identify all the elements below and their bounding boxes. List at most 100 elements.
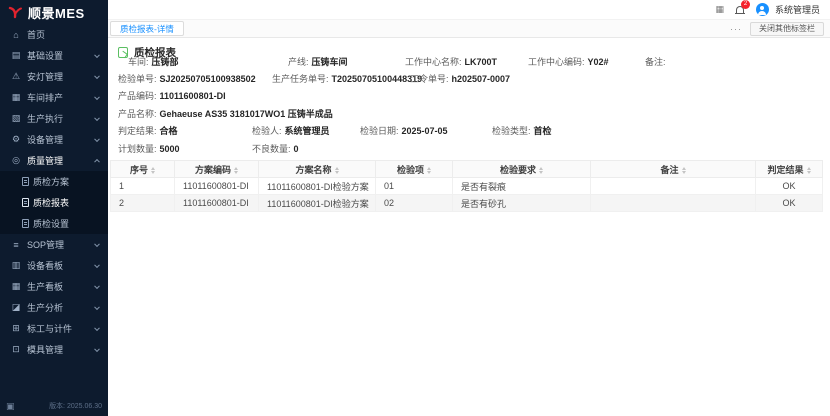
sidebar-item-workshop-scheduling[interactable]: ▦ 车间排产 (0, 87, 108, 108)
table-header-row: 序号 方案编码 方案名称 检验项 检验要求 备注 判定结果 (111, 161, 823, 178)
field-row: 检验单号:SJ20250705100938502 生产任务单号:T2025070… (108, 72, 830, 85)
field-row: 产品名称:Gehaeuse AS35 3181017WO1 压铸半成品 (108, 107, 830, 120)
username[interactable]: 系统管理员 (775, 3, 820, 16)
field-workcenter-code: 工作中心编码:Y02# (528, 55, 609, 68)
equipment-icon: ⚙ (10, 134, 22, 145)
sort-icon (539, 167, 543, 174)
field-row: 判定结果:合格 检验人:系统管理员 检验日期:2025-07-05 检验类型:首… (108, 124, 830, 137)
settings-icon: ▤ (10, 50, 22, 61)
chevron-down-icon (94, 304, 100, 310)
quality-submenu: 质检方案 质检报表 质检设置 (0, 171, 108, 234)
equipment-board-icon: ▥ (10, 260, 22, 271)
version-label: 版本: 2025.06.30 (49, 401, 102, 411)
sidebar-item-inspection-plan[interactable]: 质检方案 (0, 171, 108, 192)
sop-icon: ≡ (10, 240, 22, 250)
field-inspection-type: 检验类型:首检 (492, 124, 552, 137)
quality-icon: ◎ (10, 155, 22, 166)
scheduling-icon: ▦ (10, 92, 22, 103)
field-workcenter-name: 工作中心名称:LK700T (405, 55, 497, 68)
sidebar-item-piecework[interactable]: ⊞ 标工与计件 (0, 318, 108, 339)
tab-more-icon[interactable]: ··· (722, 24, 750, 34)
sort-icon (807, 167, 811, 174)
logo-swoosh-icon (8, 6, 23, 19)
close-other-tabs-button[interactable]: 关闭其他标签栏 (750, 22, 824, 36)
notification-badge: 2 (741, 0, 750, 9)
avatar[interactable] (756, 3, 769, 16)
col-header-remark[interactable]: 备注 (591, 161, 756, 178)
col-header-plan-name[interactable]: 方案名称 (259, 161, 376, 178)
field-row: 计划数量:5000 不良数量:0 (108, 142, 830, 155)
field-inspection-date: 检验日期:2025-07-05 (360, 124, 448, 137)
collapse-sidebar-icon[interactable]: ▣ (6, 401, 15, 412)
top-header: ▦ 2 系统管理员 (108, 0, 830, 20)
fullscreen-grid-icon[interactable]: ▦ (715, 5, 724, 14)
sidebar-footer: ▣ 版本: 2025.06.30 (0, 396, 108, 416)
sidebar-item-basic-settings[interactable]: ▤ 基础设置 (0, 45, 108, 66)
field-remark: 备注: (645, 55, 669, 68)
sort-icon (682, 167, 686, 174)
field-inspector: 检验人:系统管理员 (252, 124, 330, 137)
field-defect-qty: 不良数量:0 (252, 142, 299, 155)
sidebar-menu: ⌂ 首页 ▤ 基础设置 ⚠ 安灯管理 ▦ 车间排产 ▧ 生产执行 ⚙ 设备管理 (0, 24, 108, 360)
sidebar-item-equipment-mgmt[interactable]: ⚙ 设备管理 (0, 129, 108, 150)
field-row: 产品编码:11011600801-DI (108, 89, 830, 102)
col-header-seq[interactable]: 序号 (111, 161, 175, 178)
production-board-icon: ▦ (10, 281, 22, 292)
field-line: 产线:压铸车间 (288, 55, 348, 68)
app-title: 顺景MES (28, 3, 85, 22)
mold-icon: ⊡ (10, 344, 22, 355)
table-row[interactable]: 2 11011600801-DI 11011600801-DI检验方案 02 是… (111, 195, 823, 212)
chevron-down-icon (94, 283, 100, 289)
document-icon (22, 219, 29, 228)
notifications-bell-icon[interactable]: 2 (734, 4, 746, 16)
col-header-plan-code[interactable]: 方案编码 (175, 161, 259, 178)
field-product-name: 产品名称:Gehaeuse AS35 3181017WO1 压铸半成品 (118, 107, 333, 120)
chevron-down-icon (94, 115, 100, 121)
home-icon: ⌂ (10, 30, 22, 40)
chevron-down-icon (94, 241, 100, 247)
chevron-down-icon (94, 52, 100, 58)
chevron-down-icon (94, 325, 100, 331)
document-icon (22, 198, 29, 207)
sort-icon (151, 167, 155, 174)
col-header-requirement[interactable]: 检验要求 (453, 161, 591, 178)
field-workshop: 车间:压铸部 (128, 55, 179, 68)
production-icon: ▧ (10, 113, 22, 124)
inspection-items-table: 序号 方案编码 方案名称 检验项 检验要求 备注 判定结果 1 11011600… (110, 160, 823, 212)
chevron-up-icon (94, 158, 100, 164)
report-detail-panel: 质检报表 车间:压铸部 产线:压铸车间 工作中心名称:LK700T 工作中心编码… (108, 38, 830, 416)
sidebar-item-inspection-report[interactable]: 质检报表 (0, 192, 108, 213)
sidebar-item-home[interactable]: ⌂ 首页 (0, 24, 108, 45)
sidebar: 顺景MES ⌂ 首页 ▤ 基础设置 ⚠ 安灯管理 ▦ 车间排产 ▧ 生产执行 ⚙ (0, 0, 108, 416)
table-row[interactable]: 1 11011600801-DI 11011600801-DI检验方案 01 是… (111, 178, 823, 195)
piecework-icon: ⊞ (10, 323, 22, 334)
sidebar-item-production-board[interactable]: ▦ 生产看板 (0, 276, 108, 297)
sidebar-item-production-analysis[interactable]: ◪ 生产分析 (0, 297, 108, 318)
sort-icon (234, 167, 238, 174)
chevron-down-icon (94, 262, 100, 268)
field-work-order-no: 工令单号:h202507-0007 (410, 72, 510, 85)
col-header-result[interactable]: 判定结果 (756, 161, 823, 178)
sort-icon (427, 167, 431, 174)
document-icon (22, 177, 29, 186)
field-row: 车间:压铸部 产线:压铸车间 工作中心名称:LK700T 工作中心编码:Y02#… (108, 55, 830, 68)
chevron-down-icon (94, 136, 100, 142)
sidebar-item-production-execution[interactable]: ▧ 生产执行 (0, 108, 108, 129)
field-judgement: 判定结果:合格 (118, 124, 178, 137)
sidebar-item-equipment-board[interactable]: ▥ 设备看板 (0, 255, 108, 276)
sidebar-item-andon[interactable]: ⚠ 安灯管理 (0, 66, 108, 87)
sidebar-item-mold-mgmt[interactable]: ⊡ 模具管理 (0, 339, 108, 360)
sidebar-item-quality-mgmt[interactable]: ◎ 质量管理 (0, 150, 108, 171)
tab-inspection-report-detail[interactable]: 质检报表-详情 (110, 21, 184, 36)
sidebar-item-inspection-settings[interactable]: 质检设置 (0, 213, 108, 234)
field-task-no: 生产任务单号:T20250705100448319 (272, 72, 422, 85)
sort-icon (335, 167, 339, 174)
field-product-code: 产品编码:11011600801-DI (118, 89, 226, 102)
chevron-down-icon (94, 73, 100, 79)
field-inspection-no: 检验单号:SJ20250705100938502 (118, 72, 256, 85)
sidebar-item-sop-mgmt[interactable]: ≡ SOP管理 (0, 234, 108, 255)
app-logo[interactable]: 顺景MES (0, 0, 108, 24)
col-header-item[interactable]: 检验项 (376, 161, 453, 178)
tab-bar: 质检报表-详情 ··· 关闭其他标签栏 (108, 20, 830, 38)
chevron-down-icon (94, 94, 100, 100)
